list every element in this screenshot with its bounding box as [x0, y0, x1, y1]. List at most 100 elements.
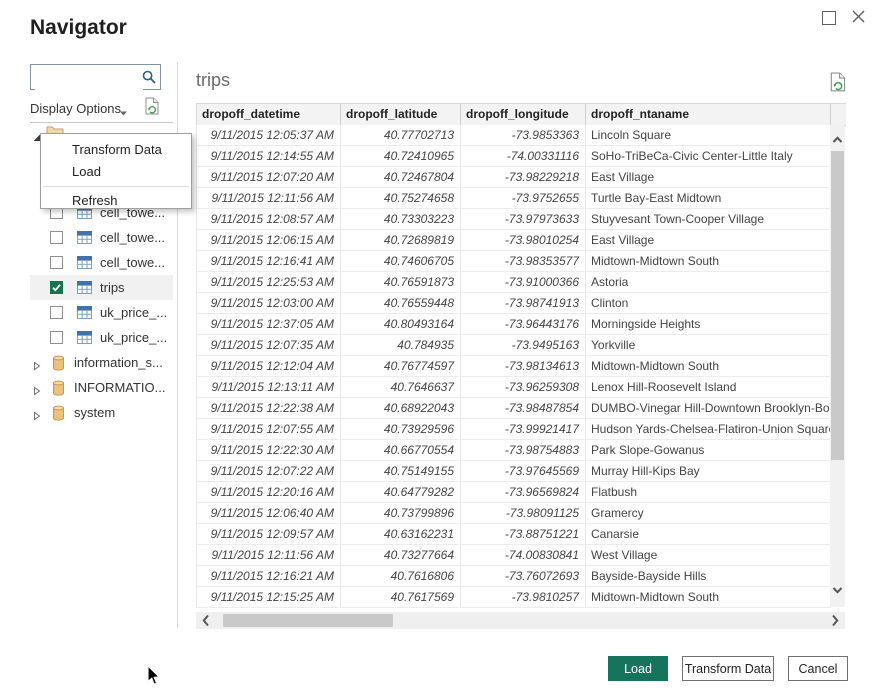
table-cell: Turtle Bay-East Midtown: [586, 188, 831, 208]
table-cell: 9/11/2015 12:03:00 AM: [197, 293, 341, 313]
menu-item-load[interactable]: Load: [41, 161, 191, 183]
table-cell: 40.73929596: [341, 419, 461, 439]
preview-table-title: trips: [196, 70, 230, 91]
table-cell: -73.97973633: [461, 209, 586, 229]
table-row: 9/11/2015 12:07:22 AM40.75149155-73.9764…: [197, 461, 831, 482]
table-cell: Stuyvesant Town-Cooper Village: [586, 209, 831, 229]
table-cell: East Village: [586, 230, 831, 250]
tree-item-cell-towe[interactable]: cell_towe...: [30, 250, 173, 275]
table-cell: Yorkville: [586, 335, 831, 355]
table-cell: -73.98353577: [461, 251, 586, 271]
scroll-right-icon[interactable]: [831, 614, 839, 632]
table-cell: 40.784935: [341, 335, 461, 355]
table-cell: 40.75149155: [341, 461, 461, 481]
checkbox-unchecked[interactable]: [50, 306, 63, 319]
table-cell: -73.88751221: [461, 524, 586, 544]
horizontal-scrollbar-thumb[interactable]: [223, 614, 393, 627]
checkbox-unchecked[interactable]: [50, 331, 63, 344]
tree-item-trips[interactable]: trips: [30, 275, 173, 300]
tree-item-label: system: [74, 400, 115, 425]
scroll-down-icon[interactable]: [832, 581, 843, 599]
table-cell: -73.96259308: [461, 377, 586, 397]
table-cell: Murray Hill-Kips Bay: [586, 461, 831, 481]
scroll-up-icon[interactable]: [832, 131, 843, 149]
tree-item-information-s[interactable]: information_s...: [30, 350, 173, 375]
table-cell: 40.72410965: [341, 146, 461, 166]
table-cell: -73.96569824: [461, 482, 586, 502]
display-options-dropdown[interactable]: Display Options: [30, 101, 121, 116]
checkbox-checked[interactable]: [50, 281, 63, 294]
table-row: 9/11/2015 12:22:30 AM40.66770554-73.9875…: [197, 440, 831, 461]
table-cell: -73.98754883: [461, 440, 586, 460]
menu-item-transform-data[interactable]: Transform Data: [41, 139, 191, 161]
table-cell: Gramercy: [586, 503, 831, 523]
table-icon: [77, 256, 92, 274]
load-button[interactable]: Load: [608, 656, 668, 681]
scroll-left-icon[interactable]: [202, 614, 210, 632]
table-cell: Park Slope-Gowanus: [586, 440, 831, 460]
tree-item-label: uk_price_...: [100, 300, 167, 325]
table-cell: 40.80493164: [341, 314, 461, 334]
table-row: 9/11/2015 12:16:41 AM40.74606705-73.9835…: [197, 251, 831, 272]
table-cell: 9/11/2015 12:06:15 AM: [197, 230, 341, 250]
chevron-down-icon[interactable]: [119, 104, 128, 122]
table-cell: 40.73277664: [341, 545, 461, 565]
menu-separator: [43, 186, 189, 187]
column-header-dropoff_longitude[interactable]: dropoff_longitude: [461, 104, 586, 125]
expand-chevron-icon[interactable]: [33, 383, 41, 401]
table-cell: Flatbush: [586, 482, 831, 502]
tree-item-uk-price[interactable]: uk_price_...: [30, 325, 173, 350]
context-menu: Transform Data Load Refresh: [40, 133, 192, 209]
vertical-scrollbar-thumb[interactable]: [831, 151, 844, 460]
expand-chevron-icon[interactable]: [33, 358, 41, 376]
table-cell: 9/11/2015 12:08:57 AM: [197, 209, 341, 229]
table-cell: Midtown-Midtown South: [586, 587, 831, 607]
column-header-dropoff_datetime[interactable]: dropoff_datetime: [197, 104, 341, 125]
table-cell: 40.75274658: [341, 188, 461, 208]
transform-data-button[interactable]: Transform Data: [682, 656, 774, 681]
refresh-preview-icon[interactable]: [145, 97, 160, 121]
table-cell: -74.00331116: [461, 146, 586, 166]
menu-item-refresh[interactable]: Refresh: [41, 190, 191, 212]
maximize-icon[interactable]: [822, 11, 836, 25]
checkbox-unchecked[interactable]: [50, 231, 63, 244]
search-input[interactable]: [35, 66, 143, 90]
table-cell: 40.68922043: [341, 398, 461, 418]
search-icon[interactable]: [142, 70, 157, 90]
database-icon: [52, 405, 65, 426]
table-cell: -73.97645569: [461, 461, 586, 481]
table-cell: 40.76559448: [341, 293, 461, 313]
table-cell: -73.9853363: [461, 125, 586, 145]
column-header-dropoff_ntaname[interactable]: dropoff_ntaname: [586, 104, 831, 125]
table-cell: 9/11/2015 12:07:22 AM: [197, 461, 341, 481]
table-row: 9/11/2015 12:06:40 AM40.73799896-73.9809…: [197, 503, 831, 524]
cancel-button[interactable]: Cancel: [788, 656, 848, 681]
table-cell: DUMBO-Vinegar Hill-Downtown Brooklyn-Boe…: [586, 398, 831, 418]
table-row: 9/11/2015 12:05:37 AM40.77702713-73.9853…: [197, 125, 831, 146]
tree-top-border: [30, 122, 173, 123]
table-cell: Canarsie: [586, 524, 831, 544]
table-cell: -73.98487854: [461, 398, 586, 418]
tree-item-system[interactable]: system: [30, 400, 173, 425]
vertical-scrollbar[interactable]: [830, 125, 845, 607]
table-row: 9/11/2015 12:07:20 AM40.72467804-73.9822…: [197, 167, 831, 188]
tree-item-uk-price[interactable]: uk_price_...: [30, 300, 173, 325]
table-cell: East Village: [586, 167, 831, 187]
table-cell: 40.7646637: [341, 377, 461, 397]
checkbox-unchecked[interactable]: [50, 256, 63, 269]
column-header-dropoff_latitude[interactable]: dropoff_latitude: [341, 104, 461, 125]
tree-item-cell-towe[interactable]: cell_towe...: [30, 225, 173, 250]
table-header: dropoff_datetimedropoff_latitudedropoff_…: [196, 103, 846, 126]
refresh-preview-icon[interactable]: [830, 72, 847, 98]
table-row: 9/11/2015 12:09:57 AM40.63162231-73.8875…: [197, 524, 831, 545]
table-cell: SoHo-TriBeCa-Civic Center-Little Italy: [586, 146, 831, 166]
table-cell: 40.77702713: [341, 125, 461, 145]
table-icon: [77, 231, 92, 249]
tree-item-informatio[interactable]: INFORMATIO...: [30, 375, 173, 400]
expand-chevron-icon[interactable]: [33, 408, 41, 426]
table-cell: 9/11/2015 12:07:35 AM: [197, 335, 341, 355]
table-row: 9/11/2015 12:37:05 AM40.80493164-73.9644…: [197, 314, 831, 335]
table-cell: 40.73799896: [341, 503, 461, 523]
close-icon[interactable]: [851, 9, 867, 25]
horizontal-scrollbar[interactable]: [196, 612, 845, 629]
